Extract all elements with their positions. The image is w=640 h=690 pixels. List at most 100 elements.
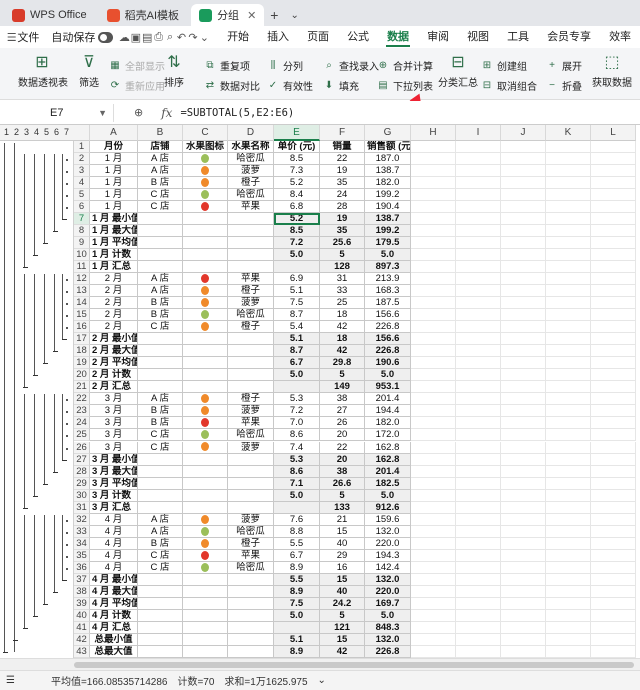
quantity-cell[interactable]: 5 bbox=[320, 489, 365, 502]
lookup-entry-button[interactable]: ⌕ 查找录入 bbox=[322, 58, 379, 73]
sales-cell[interactable]: 162.8 bbox=[365, 453, 411, 466]
fruit-name-cell[interactable] bbox=[228, 633, 274, 646]
fruit-name-cell[interactable]: 哈密瓜 bbox=[228, 153, 274, 166]
fruit-name-cell[interactable] bbox=[228, 501, 274, 514]
quantity-cell[interactable]: 25.6 bbox=[320, 237, 365, 250]
sales-cell[interactable]: 201.4 bbox=[365, 465, 411, 478]
fruit-icon-cell[interactable] bbox=[183, 273, 228, 286]
summary-label[interactable]: 总最小值 bbox=[90, 633, 138, 646]
store-cell[interactable]: C 店 bbox=[138, 549, 183, 562]
cell[interactable] bbox=[411, 345, 456, 358]
validity-button[interactable]: ✓ 有效性 bbox=[266, 78, 313, 93]
cell[interactable] bbox=[501, 261, 546, 274]
row-header[interactable]: 13 bbox=[74, 285, 90, 298]
sales-cell[interactable]: 194.4 bbox=[365, 405, 411, 418]
quantity-cell[interactable]: 29.8 bbox=[320, 357, 365, 370]
outline-collapse-icon[interactable] bbox=[43, 603, 48, 605]
month-cell[interactable]: 3 月 bbox=[90, 417, 138, 430]
tab-spreadsheet[interactable]: 分组 ✕ bbox=[191, 4, 265, 26]
quantity-cell[interactable]: 26.6 bbox=[320, 477, 365, 490]
column-header-j[interactable]: J bbox=[501, 125, 546, 141]
price-cell[interactable]: 7.6 bbox=[274, 513, 320, 526]
expand-button[interactable]: + 展开 bbox=[545, 58, 582, 73]
cell[interactable] bbox=[591, 237, 636, 250]
sales-cell[interactable]: 162.8 bbox=[365, 441, 411, 454]
row-header[interactable]: 28 bbox=[74, 465, 90, 478]
outline-collapse-icon[interactable] bbox=[33, 495, 38, 497]
ungroup-button[interactable]: ⊟ 取消组合 bbox=[480, 78, 537, 93]
cell[interactable] bbox=[591, 597, 636, 610]
cell[interactable] bbox=[591, 441, 636, 454]
store-cell[interactable] bbox=[138, 633, 183, 646]
sort-button[interactable]: ⇅ 排序 bbox=[160, 52, 188, 89]
sales-cell[interactable]: 190.4 bbox=[365, 201, 411, 214]
cell[interactable] bbox=[456, 153, 501, 166]
store-cell[interactable]: A 店 bbox=[138, 525, 183, 538]
cell[interactable] bbox=[456, 333, 501, 346]
cell[interactable] bbox=[546, 165, 591, 178]
fruit-name-cell[interactable]: 哈密瓜 bbox=[228, 309, 274, 322]
cell[interactable] bbox=[411, 489, 456, 502]
month-cell[interactable]: 2 月 bbox=[90, 321, 138, 334]
cell[interactable] bbox=[546, 249, 591, 262]
cell[interactable] bbox=[456, 225, 501, 238]
sales-cell[interactable]: 187.5 bbox=[365, 297, 411, 310]
cell[interactable] bbox=[546, 429, 591, 442]
store-cell[interactable] bbox=[138, 477, 183, 490]
consolidate-button[interactable]: ⊕ 合并计算 bbox=[376, 58, 433, 73]
cell[interactable] bbox=[546, 261, 591, 274]
row-header[interactable]: 6 bbox=[74, 201, 90, 214]
select-all-corner[interactable] bbox=[74, 125, 90, 141]
cell[interactable] bbox=[456, 633, 501, 646]
fruit-name-cell[interactable]: 菠萝 bbox=[228, 513, 274, 526]
get-data-button[interactable]: ⬚ 获取数据 bbox=[590, 52, 634, 89]
outline-collapse-icon[interactable] bbox=[53, 471, 58, 473]
tab-wps-office[interactable]: WPS Office bbox=[4, 4, 95, 26]
cell[interactable] bbox=[411, 357, 456, 370]
price-cell[interactable]: 8.9 bbox=[274, 645, 320, 658]
column-title[interactable]: 月份 bbox=[90, 141, 138, 154]
cell[interactable] bbox=[546, 213, 591, 226]
cell[interactable] bbox=[546, 345, 591, 358]
price-cell[interactable]: 5.4 bbox=[274, 321, 320, 334]
sales-cell[interactable]: 142.4 bbox=[365, 561, 411, 574]
sales-cell[interactable]: 912.6 bbox=[365, 501, 411, 514]
fruit-name-cell[interactable] bbox=[228, 489, 274, 502]
price-cell[interactable]: 8.7 bbox=[274, 345, 320, 358]
store-cell[interactable]: C 店 bbox=[138, 201, 183, 214]
price-cell[interactable]: 5.0 bbox=[274, 249, 320, 262]
sales-cell[interactable]: 159.6 bbox=[365, 513, 411, 526]
spreadsheet-grid[interactable]: 1234567 A B C D E F G H I J K L 1 月份 店铺 水果图标 水果名称 单价 (元) 销… bbox=[0, 125, 640, 658]
fruit-name-cell[interactable] bbox=[228, 333, 274, 346]
row-header[interactable]: 4 bbox=[74, 177, 90, 190]
store-cell[interactable] bbox=[138, 333, 183, 346]
sales-cell[interactable]: 156.6 bbox=[365, 309, 411, 322]
fruit-name-cell[interactable]: 菠萝 bbox=[228, 405, 274, 418]
sales-cell[interactable]: 132.0 bbox=[365, 633, 411, 646]
fruit-icon-cell[interactable] bbox=[183, 549, 228, 562]
column-header-e[interactable]: E bbox=[274, 125, 320, 141]
fruit-icon-cell[interactable] bbox=[183, 225, 228, 238]
row-header[interactable]: 11 bbox=[74, 261, 90, 274]
price-cell[interactable]: 5.2 bbox=[274, 213, 320, 226]
store-cell[interactable]: B 店 bbox=[138, 405, 183, 418]
cell[interactable] bbox=[591, 573, 636, 586]
store-cell[interactable]: A 店 bbox=[138, 285, 183, 298]
sales-cell[interactable]: 5.0 bbox=[365, 369, 411, 382]
sales-cell[interactable]: 220.0 bbox=[365, 537, 411, 550]
cell[interactable] bbox=[591, 297, 636, 310]
summary-label[interactable]: 3 月 最小值 bbox=[90, 453, 138, 466]
price-cell[interactable]: 7.2 bbox=[274, 405, 320, 418]
cell[interactable] bbox=[456, 321, 501, 334]
cell[interactable] bbox=[456, 141, 501, 154]
cell[interactable] bbox=[456, 285, 501, 298]
cell[interactable] bbox=[546, 153, 591, 166]
sales-cell[interactable]: 138.7 bbox=[365, 213, 411, 226]
cell[interactable] bbox=[411, 393, 456, 406]
row-header[interactable]: 16 bbox=[74, 321, 90, 334]
fruit-name-cell[interactable]: 橙子 bbox=[228, 537, 274, 550]
summary-label[interactable]: 4 月 计数 bbox=[90, 609, 138, 622]
fruit-name-cell[interactable] bbox=[228, 597, 274, 610]
store-cell[interactable] bbox=[138, 501, 183, 514]
price-cell[interactable]: 8.5 bbox=[274, 153, 320, 166]
